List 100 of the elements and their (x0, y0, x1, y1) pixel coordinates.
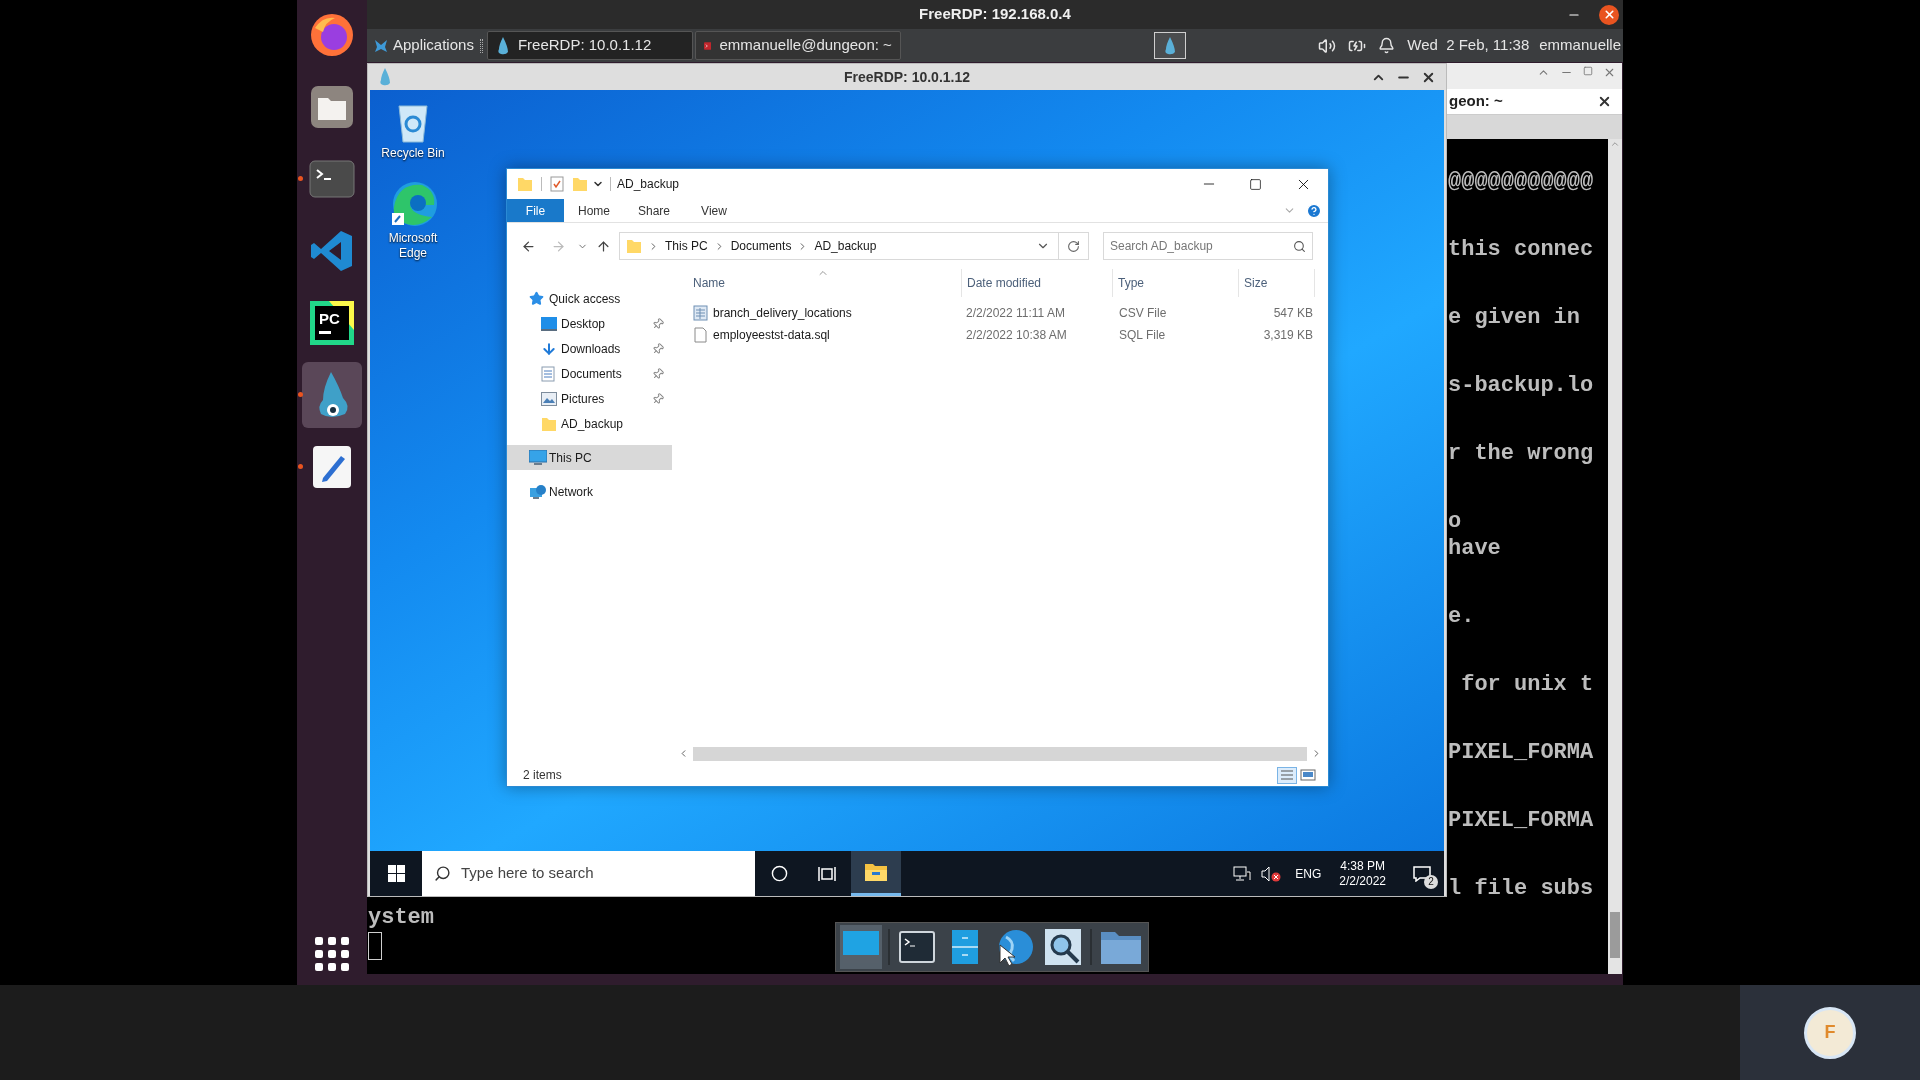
back-icon[interactable] (521, 238, 536, 254)
muted-speaker-icon[interactable] (1261, 865, 1282, 882)
terminal-line: this connec (1448, 236, 1594, 263)
search-icon (1293, 239, 1306, 253)
dock-item[interactable]: PC (302, 290, 362, 356)
maximize-icon[interactable] (1249, 177, 1262, 191)
terminal-line: o (1448, 508, 1463, 535)
document-icon (541, 365, 555, 382)
column-header[interactable]: Date modified (962, 269, 1113, 297)
help-icon[interactable] (1306, 202, 1322, 219)
details-view-button[interactable] (1277, 766, 1297, 784)
terminal-line: PIXEL_FORMA (1448, 807, 1594, 834)
scrollbar-thumb[interactable] (693, 746, 1307, 761)
window-title: FreeRDP: 192.168.0.4 (919, 4, 1071, 25)
taskbar-button[interactable]: FreeRDP: 10.0.1.12 (486, 31, 693, 60)
code-editor-icon (309, 228, 355, 274)
file-name[interactable]: branch_delivery_locations (713, 304, 852, 322)
terminal-line: have (1448, 535, 1502, 562)
large-icons-view-icon[interactable] (1300, 769, 1316, 781)
file-cabinet-icon (951, 929, 979, 965)
search-input[interactable]: Type here to search (461, 862, 755, 885)
network-icon (529, 483, 547, 500)
table-cell-text: 547 KB (1272, 305, 1314, 322)
language-indicator[interactable]: ENG (1295, 864, 1322, 883)
ide-logo: PC (309, 300, 355, 346)
magnifier-icon (1044, 928, 1082, 966)
up-icon[interactable] (596, 238, 611, 254)
terminal-tab[interactable]: geon: ~ (1447, 89, 1622, 115)
nav-item[interactable]: This PC (507, 445, 672, 470)
window-title: AD_backup (617, 176, 680, 193)
folder-icon (1100, 929, 1142, 965)
picture-icon (541, 391, 557, 406)
terminal-line: r the wrong (1448, 440, 1594, 467)
table-cell-text: SQL File (1118, 327, 1167, 344)
window-title: FreeRDP: 10.0.1.12 (843, 67, 971, 87)
folder-icon (572, 176, 588, 192)
column-header[interactable]: Type (1113, 269, 1239, 297)
workspace-switcher[interactable] (1154, 32, 1187, 59)
nav-item[interactable]: Desktop (507, 311, 672, 336)
user-name[interactable]: emmanuelle (1539, 34, 1621, 57)
file-name[interactable]: employeestst-data.sql (713, 326, 830, 344)
address-bar[interactable]: This PC Documents AD_backup (619, 232, 1059, 260)
notification-count: 2 (1424, 874, 1438, 889)
text-cursor (368, 932, 382, 960)
volume-icon[interactable] (1318, 36, 1337, 55)
network-icon[interactable] (1233, 865, 1252, 882)
desktop-icon-label[interactable]: Microsoft Edge (375, 231, 451, 261)
circle-icon (770, 865, 788, 882)
bell-icon[interactable] (1378, 37, 1396, 54)
folder-icon (864, 862, 888, 882)
computer-icon (529, 449, 547, 466)
properties-icon[interactable] (550, 176, 564, 192)
nav-item[interactable]: Network (507, 479, 672, 504)
nav-item[interactable]: Pictures (507, 386, 672, 411)
taskbar-button[interactable]: emmanuelle@dungeon: ~ (694, 31, 901, 60)
nav-item[interactable]: AD_backup (507, 411, 672, 436)
search-field[interactable]: Search AD_backup (1103, 232, 1313, 260)
close-button[interactable] (1599, 4, 1619, 25)
list-icon (1281, 770, 1293, 780)
folder-icon (541, 415, 557, 432)
ribbon-tab[interactable]: File (507, 199, 564, 222)
terminal-line: e. (1448, 603, 1476, 630)
desktop-icon-label[interactable]: Recycle Bin (381, 146, 445, 161)
search-icon (434, 865, 451, 882)
windows-logo-icon (387, 865, 405, 882)
table-cell-text: 3,319 KB (1262, 327, 1314, 344)
clock[interactable]: Wed 2 Feb, 11:38 (1407, 34, 1530, 57)
close-icon[interactable] (1597, 94, 1612, 109)
terminal-line: e given in (1448, 304, 1582, 331)
nav-item[interactable]: Quick access (507, 286, 672, 311)
ribbon-tab[interactable]: Home (564, 199, 624, 222)
terminal-line: s-backup.lo (1448, 372, 1594, 399)
download-icon (541, 340, 557, 357)
spreadsheet-file-icon (693, 305, 708, 321)
breadcrumb-item[interactable]: AD_backup (814, 237, 877, 255)
refresh-button[interactable] (1059, 232, 1089, 260)
clock[interactable]: 4:38 PM 2/2/2022 (1339, 858, 1386, 889)
search-input[interactable]: Search AD_backup (1110, 237, 1293, 255)
column-header[interactable]: Name (672, 269, 962, 297)
file-icon (693, 327, 708, 343)
column-header[interactable]: Size (1239, 269, 1315, 297)
dock-item[interactable] (302, 362, 362, 428)
terminal-line: for unix t (1460, 671, 1594, 698)
breadcrumb-item[interactable]: Documents (730, 237, 792, 255)
applications-menu[interactable]: Applications (367, 29, 480, 62)
app-grid-icon[interactable] (315, 937, 349, 971)
taskbar-search-field[interactable]: Type here to search (422, 851, 755, 896)
table-cell-text: 2/2/2022 11:11 AM (965, 305, 1066, 322)
terminal-icon (899, 931, 935, 963)
nav-item[interactable]: Downloads (507, 336, 672, 361)
breadcrumb-item[interactable]: This PC (665, 237, 708, 255)
ribbon-tab[interactable]: View (684, 199, 744, 222)
terminal-line: PIXEL_FORMA (1448, 739, 1594, 766)
taskbar-app[interactable] (851, 851, 901, 896)
task-view-icon (818, 865, 836, 882)
nav-item[interactable]: Documents (507, 361, 672, 386)
table-cell-text: 2/2/2022 10:38 AM (965, 327, 1068, 344)
ribbon-tab[interactable]: Share (624, 199, 684, 222)
scrollbar-thumb[interactable] (1610, 912, 1620, 958)
close-icon (1602, 8, 1616, 21)
